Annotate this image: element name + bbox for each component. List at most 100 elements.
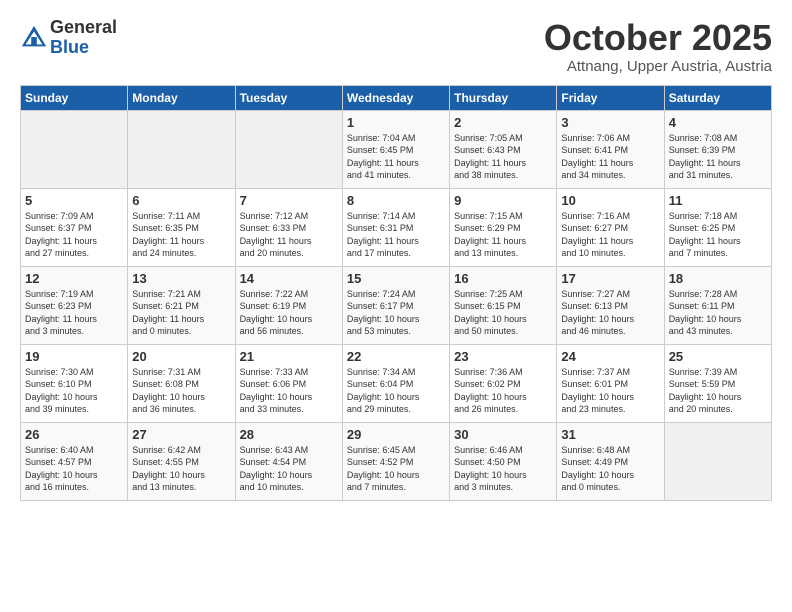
logo-icon [20, 24, 48, 52]
calendar-cell [235, 110, 342, 188]
weekday-header-tuesday: Tuesday [235, 85, 342, 110]
cell-info: Sunrise: 7:15 AM Sunset: 6:29 PM Dayligh… [454, 210, 552, 260]
day-number: 25 [669, 349, 767, 364]
month-title: October 2025 [544, 18, 772, 58]
day-number: 9 [454, 193, 552, 208]
calendar-cell: 16Sunrise: 7:25 AM Sunset: 6:15 PM Dayli… [450, 266, 557, 344]
day-number: 16 [454, 271, 552, 286]
calendar-cell: 11 Sunrise: 7:18 AM Sunset: 6:25 PM Dayli… [664, 188, 771, 266]
day-number: 23 [454, 349, 552, 364]
day-number: 15 [347, 271, 445, 286]
calendar-cell: 18 Sunrise: 7:28 AM Sunset: 6:11 PM Dayli… [664, 266, 771, 344]
cell-info: Sunrise: 7:37 AM Sunset: 6:01 PM Dayligh… [561, 366, 659, 416]
cell-info: Sunrise: 6:40 AM Sunset: 4:57 PM Dayligh… [25, 444, 123, 494]
day-number: 28 [240, 427, 338, 442]
calendar-cell: 9 Sunrise: 7:15 AM Sunset: 6:29 PM Daylig… [450, 188, 557, 266]
calendar-cell: 10Sunrise: 7:16 AM Sunset: 6:27 PM Dayli… [557, 188, 664, 266]
logo-general: General [50, 18, 117, 38]
day-number: 3 [561, 115, 659, 130]
weekday-header-friday: Friday [557, 85, 664, 110]
cell-info: Sunrise: 7:09 AM Sunset: 6:37 PM Dayligh… [25, 210, 123, 260]
cell-info: Sunrise: 7:19 AM Sunset: 6:23 PM Dayligh… [25, 288, 123, 338]
day-number: 7 [240, 193, 338, 208]
cell-info: Sunrise: 7:04 AM Sunset: 6:45 PM Dayligh… [347, 132, 445, 182]
page-header: General Blue October 2025 Attnang, Upper… [20, 18, 772, 75]
calendar-cell: 7 Sunrise: 7:12 AM Sunset: 6:33 PM Daylig… [235, 188, 342, 266]
calendar-week-1: 1Sunrise: 7:04 AM Sunset: 6:45 PM Daylig… [21, 110, 772, 188]
day-number: 2 [454, 115, 552, 130]
cell-info: Sunrise: 7:12 AM Sunset: 6:33 PM Dayligh… [240, 210, 338, 260]
cell-info: Sunrise: 7:05 AM Sunset: 6:43 PM Dayligh… [454, 132, 552, 182]
day-number: 11 [669, 193, 767, 208]
weekday-header-wednesday: Wednesday [342, 85, 449, 110]
calendar-cell: 20 Sunrise: 7:31 AM Sunset: 6:08 PM Dayli… [128, 344, 235, 422]
calendar-cell: 8 Sunrise: 7:14 AM Sunset: 6:31 PM Daylig… [342, 188, 449, 266]
cell-info: Sunrise: 7:33 AM Sunset: 6:06 PM Dayligh… [240, 366, 338, 416]
day-number: 31 [561, 427, 659, 442]
calendar-cell: 29 Sunrise: 6:45 AM Sunset: 4:52 PM Dayli… [342, 422, 449, 500]
cell-info: Sunrise: 7:24 AM Sunset: 6:17 PM Dayligh… [347, 288, 445, 338]
calendar-cell: 12 Sunrise: 7:19 AM Sunset: 6:23 PM Dayli… [21, 266, 128, 344]
calendar-week-5: 26Sunrise: 6:40 AM Sunset: 4:57 PM Dayli… [21, 422, 772, 500]
calendar-cell: 26Sunrise: 6:40 AM Sunset: 4:57 PM Dayli… [21, 422, 128, 500]
calendar-cell: 30Sunrise: 6:46 AM Sunset: 4:50 PM Dayli… [450, 422, 557, 500]
day-number: 27 [132, 427, 230, 442]
cell-info: Sunrise: 7:08 AM Sunset: 6:39 PM Dayligh… [669, 132, 767, 182]
cell-info: Sunrise: 7:27 AM Sunset: 6:13 PM Dayligh… [561, 288, 659, 338]
calendar-cell: 19Sunrise: 7:30 AM Sunset: 6:10 PM Dayli… [21, 344, 128, 422]
cell-info: Sunrise: 6:43 AM Sunset: 4:54 PM Dayligh… [240, 444, 338, 494]
cell-info: Sunrise: 7:14 AM Sunset: 6:31 PM Dayligh… [347, 210, 445, 260]
cell-info: Sunrise: 7:36 AM Sunset: 6:02 PM Dayligh… [454, 366, 552, 416]
cell-info: Sunrise: 6:45 AM Sunset: 4:52 PM Dayligh… [347, 444, 445, 494]
calendar-cell: 3 Sunrise: 7:06 AM Sunset: 6:41 PM Daylig… [557, 110, 664, 188]
page-container: General Blue October 2025 Attnang, Upper… [0, 0, 792, 511]
day-number: 20 [132, 349, 230, 364]
calendar-cell [128, 110, 235, 188]
calendar-cell: 4Sunrise: 7:08 AM Sunset: 6:39 PM Daylig… [664, 110, 771, 188]
cell-info: Sunrise: 7:22 AM Sunset: 6:19 PM Dayligh… [240, 288, 338, 338]
calendar-cell: 25 Sunrise: 7:39 AM Sunset: 5:59 PM Dayli… [664, 344, 771, 422]
cell-info: Sunrise: 7:11 AM Sunset: 6:35 PM Dayligh… [132, 210, 230, 260]
calendar-cell: 22Sunrise: 7:34 AM Sunset: 6:04 PM Dayli… [342, 344, 449, 422]
calendar-cell: 14 Sunrise: 7:22 AM Sunset: 6:19 PM Dayli… [235, 266, 342, 344]
calendar-cell: 1Sunrise: 7:04 AM Sunset: 6:45 PM Daylig… [342, 110, 449, 188]
weekday-header-monday: Monday [128, 85, 235, 110]
calendar-cell: 13Sunrise: 7:21 AM Sunset: 6:21 PM Dayli… [128, 266, 235, 344]
day-number: 14 [240, 271, 338, 286]
title-block: October 2025 Attnang, Upper Austria, Aus… [544, 18, 772, 75]
calendar-week-2: 5 Sunrise: 7:09 AM Sunset: 6:37 PM Daylig… [21, 188, 772, 266]
cell-info: Sunrise: 6:42 AM Sunset: 4:55 PM Dayligh… [132, 444, 230, 494]
day-number: 5 [25, 193, 123, 208]
cell-info: Sunrise: 7:16 AM Sunset: 6:27 PM Dayligh… [561, 210, 659, 260]
calendar-cell: 6 Sunrise: 7:11 AM Sunset: 6:35 PM Daylig… [128, 188, 235, 266]
calendar-cell: 28 Sunrise: 6:43 AM Sunset: 4:54 PM Dayli… [235, 422, 342, 500]
calendar-cell: 27 Sunrise: 6:42 AM Sunset: 4:55 PM Dayli… [128, 422, 235, 500]
calendar-cell: 24Sunrise: 7:37 AM Sunset: 6:01 PM Dayli… [557, 344, 664, 422]
day-number: 6 [132, 193, 230, 208]
cell-info: Sunrise: 6:46 AM Sunset: 4:50 PM Dayligh… [454, 444, 552, 494]
calendar-cell: 2 Sunrise: 7:05 AM Sunset: 6:43 PM Daylig… [450, 110, 557, 188]
cell-info: Sunrise: 7:06 AM Sunset: 6:41 PM Dayligh… [561, 132, 659, 182]
calendar-week-3: 12 Sunrise: 7:19 AM Sunset: 6:23 PM Dayli… [21, 266, 772, 344]
cell-info: Sunrise: 6:48 AM Sunset: 4:49 PM Dayligh… [561, 444, 659, 494]
calendar-cell: 17Sunrise: 7:27 AM Sunset: 6:13 PM Dayli… [557, 266, 664, 344]
calendar-cell [664, 422, 771, 500]
weekday-header-row: SundayMondayTuesdayWednesdayThursdayFrid… [21, 85, 772, 110]
day-number: 12 [25, 271, 123, 286]
calendar-cell: 5 Sunrise: 7:09 AM Sunset: 6:37 PM Daylig… [21, 188, 128, 266]
cell-info: Sunrise: 7:18 AM Sunset: 6:25 PM Dayligh… [669, 210, 767, 260]
weekday-header-sunday: Sunday [21, 85, 128, 110]
logo-text: General Blue [50, 18, 117, 58]
day-number: 29 [347, 427, 445, 442]
cell-info: Sunrise: 7:34 AM Sunset: 6:04 PM Dayligh… [347, 366, 445, 416]
logo: General Blue [20, 18, 117, 58]
weekday-header-saturday: Saturday [664, 85, 771, 110]
day-number: 8 [347, 193, 445, 208]
calendar-cell [21, 110, 128, 188]
cell-info: Sunrise: 7:31 AM Sunset: 6:08 PM Dayligh… [132, 366, 230, 416]
calendar-cell: 23 Sunrise: 7:36 AM Sunset: 6:02 PM Dayli… [450, 344, 557, 422]
calendar-week-4: 19Sunrise: 7:30 AM Sunset: 6:10 PM Dayli… [21, 344, 772, 422]
cell-info: Sunrise: 7:39 AM Sunset: 5:59 PM Dayligh… [669, 366, 767, 416]
cell-info: Sunrise: 7:28 AM Sunset: 6:11 PM Dayligh… [669, 288, 767, 338]
day-number: 18 [669, 271, 767, 286]
